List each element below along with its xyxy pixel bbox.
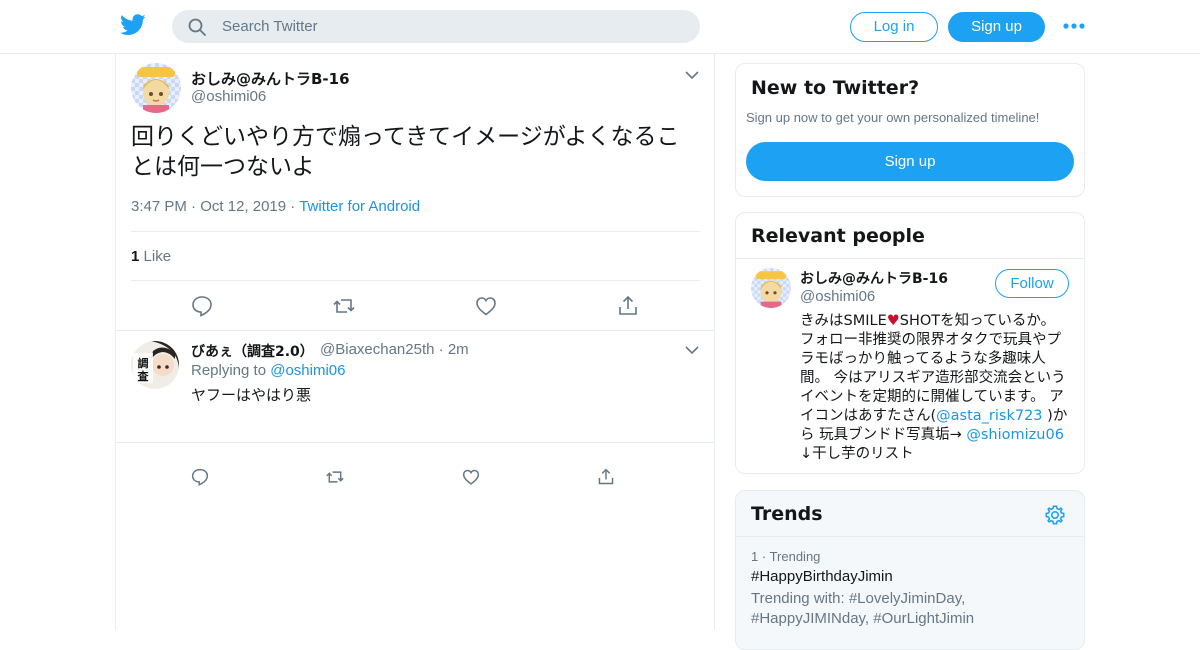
chevron-down-icon[interactable] [685, 346, 699, 355]
bio-text: ↓干し芋のリスト [800, 446, 914, 462]
replying-to-handle-link[interactable]: @oshimi06 [270, 362, 345, 379]
search-icon [188, 18, 206, 36]
bio-mention-link[interactable]: @shiomizu06 [966, 427, 1064, 443]
retweet-icon[interactable] [326, 468, 344, 486]
like-count-number: 1 [131, 248, 140, 265]
more-dots-icon[interactable] [1063, 19, 1085, 33]
relevant-people-card: Relevant people おしみ@みんトラB-16 @oshimi06 F… [735, 212, 1085, 474]
avatar-text: 査 [138, 369, 149, 383]
search-input[interactable] [222, 10, 682, 43]
trend-hashtag-link[interactable]: #HappyBirthdayJimin [751, 568, 893, 585]
person-handle[interactable]: @oshimi06 [800, 288, 875, 305]
avatar[interactable] [751, 268, 791, 308]
author-handle[interactable]: @oshimi06 [191, 88, 266, 105]
reply-icon[interactable] [191, 468, 209, 486]
twitter-bird-icon[interactable] [120, 14, 146, 36]
meta-separator: · [191, 198, 201, 215]
follow-button[interactable]: Follow [995, 269, 1069, 298]
like-count-label: Like [143, 248, 172, 265]
search-box[interactable] [172, 10, 700, 43]
chevron-down-icon[interactable] [685, 71, 699, 80]
main-timeline: おしみ@みんトラB-16 @oshimi06 回りくどいやり方で煽ってきてイメー… [115, 54, 715, 630]
signup-button[interactable]: Sign up [948, 12, 1045, 42]
meta-separator: · [761, 549, 770, 564]
tweet-date[interactable]: Oct 12, 2019 [200, 198, 286, 215]
like-count[interactable]: 1 Like [131, 248, 171, 265]
divider [131, 231, 700, 232]
divider [736, 536, 1084, 537]
bio-text: きみはSMILE [800, 313, 887, 329]
author-name[interactable]: おしみ@みんトラB-16 [191, 68, 350, 89]
card-subtitle: Sign up now to get your own personalized… [746, 110, 1040, 125]
sidebar-signup-button[interactable]: Sign up [746, 142, 1074, 181]
card-title: Relevant people [751, 225, 925, 247]
trend-label: Trending [769, 549, 821, 564]
tweet-source-link[interactable]: Twitter for Android [299, 198, 420, 215]
card-title: New to Twitter? [751, 77, 920, 99]
trend-meta: 1 · Trending [751, 549, 820, 564]
reply-text: ヤフーはやはり悪 [191, 386, 312, 404]
like-icon[interactable] [462, 468, 480, 486]
divider [736, 258, 1084, 259]
avatar[interactable]: 調 査 [131, 341, 179, 389]
reply-author-handle[interactable]: @Biaxechan25th · 2m [320, 341, 469, 358]
share-icon[interactable] [597, 468, 615, 486]
reply-author-name[interactable]: びあぇ（調査2.0） [191, 341, 314, 361]
share-icon[interactable] [617, 295, 639, 317]
card-title: Trends [751, 503, 823, 525]
top-bar: Log in Sign up [0, 0, 1200, 54]
replying-to: Replying to @oshimi06 [191, 362, 345, 379]
person-name[interactable]: おしみ@みんトラB-16 [800, 268, 948, 288]
trend-rank: 1 [751, 549, 759, 564]
login-button[interactable]: Log in [850, 12, 938, 42]
avatar[interactable] [131, 63, 181, 113]
reply-handle-text: @Biaxechan25th [320, 341, 435, 358]
like-icon[interactable] [475, 295, 497, 317]
avatar-text: 調 [138, 356, 149, 370]
heart-icon: ♥ [886, 313, 900, 329]
meta-separator: · [290, 198, 300, 215]
tweet-time[interactable]: 3:47 PM [131, 198, 187, 215]
meta-separator: · [438, 341, 448, 358]
trend-related: Trending with: #LovelyJiminDay, #HappyJI… [751, 590, 975, 627]
new-to-twitter-card: New to Twitter? Sign up now to get your … [735, 63, 1085, 197]
main-tweet: おしみ@みんトラB-16 @oshimi06 回りくどいやり方で煽ってきてイメー… [116, 54, 715, 331]
replying-to-label: Replying to [191, 362, 267, 379]
trends-card: Trends 1 · Trending #HappyBirthdayJimin … [735, 490, 1085, 650]
tweet-text: 回りくどいやり方で煽ってきてイメージがよくなることは何一つないよ [131, 124, 680, 180]
bio-mention-link[interactable]: @asta_risk723 [936, 408, 1042, 424]
divider [131, 280, 700, 281]
reply-time[interactable]: 2m [448, 341, 469, 358]
reply-icon[interactable] [191, 295, 213, 317]
tweet-meta: 3:47 PM · Oct 12, 2019 · Twitter for And… [131, 198, 420, 215]
person-bio: きみはSMILE♥SHOTを知っているか。 フォロー非推奨の限界オタクで玩具やプ… [800, 312, 1072, 464]
reply-tweet[interactable]: 調 査 びあぇ（調査2.0） @Biaxechan25th · 2m Reply… [116, 331, 715, 486]
gear-icon[interactable] [1044, 504, 1066, 526]
retweet-icon[interactable] [333, 295, 355, 317]
